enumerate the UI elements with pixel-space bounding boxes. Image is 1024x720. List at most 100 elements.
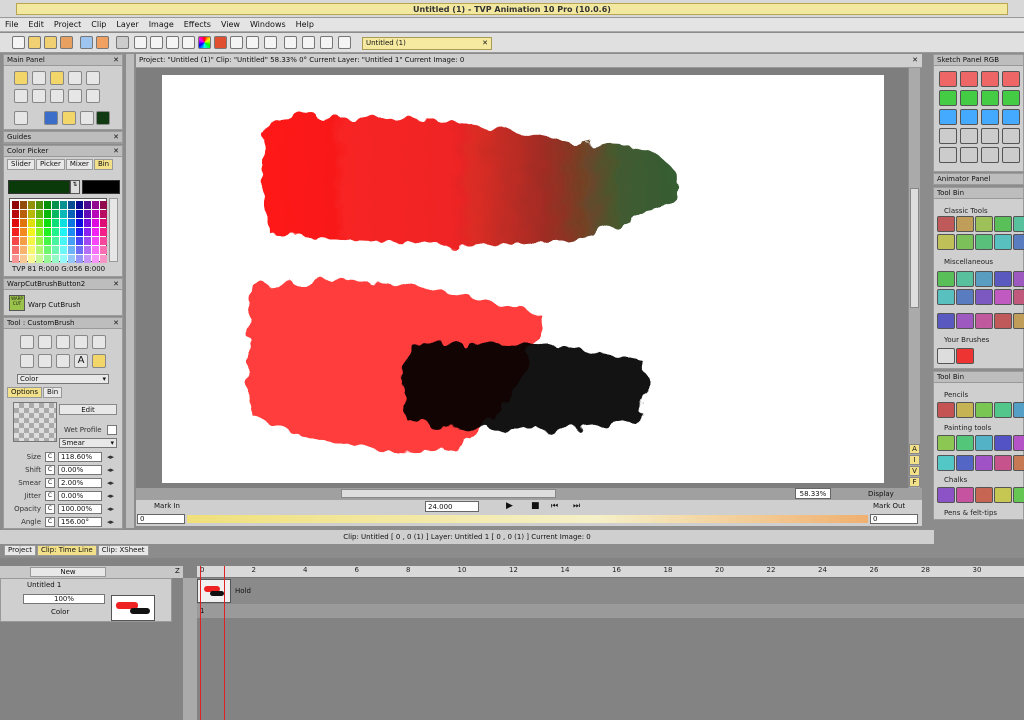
tab-picker[interactable]: Picker: [35, 159, 65, 170]
sketch-tool-icon[interactable]: [960, 71, 978, 87]
palette-swatch[interactable]: [100, 246, 107, 254]
tab-clip-timeline[interactable]: Clip: Time Line: [36, 545, 97, 556]
mark-in-label[interactable]: Mark In: [154, 502, 180, 510]
palette-swatch[interactable]: [68, 219, 75, 227]
brush-preset-icon[interactable]: [956, 402, 974, 418]
close-icon[interactable]: ✕: [482, 38, 488, 49]
palette-swatch[interactable]: [36, 246, 43, 254]
brush-preset-icon[interactable]: [92, 335, 106, 349]
brush-preset-icon[interactable]: [994, 455, 1012, 471]
palette-swatch[interactable]: [44, 246, 51, 254]
current-frame-line[interactable]: [200, 566, 201, 720]
brush-preset-icon[interactable]: [956, 435, 974, 451]
palette-swatch[interactable]: [92, 237, 99, 245]
edit-button[interactable]: Edit: [59, 404, 117, 415]
layer-opacity[interactable]: 100%: [23, 594, 105, 604]
palette-swatch[interactable]: [100, 219, 107, 227]
palette-swatch[interactable]: [68, 210, 75, 218]
tab-mixer[interactable]: Mixer: [65, 159, 93, 170]
tab-project[interactable]: Project: [4, 545, 36, 556]
fill-icon[interactable]: [86, 71, 100, 85]
sketch-tool-icon[interactable]: [939, 71, 957, 87]
param-value-field[interactable]: 0.00%: [58, 491, 102, 501]
undo-icon[interactable]: [80, 36, 93, 49]
palette-swatch[interactable]: [84, 210, 91, 218]
freehand-icon[interactable]: [14, 71, 28, 85]
brush-preset-icon[interactable]: [937, 402, 955, 418]
first-frame-icon[interactable]: ⏮: [551, 501, 558, 511]
sketch-tool-icon[interactable]: [1002, 71, 1020, 87]
palette-swatch[interactable]: [28, 210, 35, 218]
close-icon[interactable]: ✕: [113, 146, 119, 157]
palette-swatch[interactable]: [92, 219, 99, 227]
menu-clip[interactable]: Clip: [86, 18, 111, 31]
primary-color[interactable]: [8, 180, 70, 194]
ellipse-icon[interactable]: [68, 71, 82, 85]
palette-swatch[interactable]: [84, 255, 91, 263]
brush-preset-icon[interactable]: [937, 289, 955, 305]
palette-swatch[interactable]: [36, 210, 43, 218]
brush-preset-icon[interactable]: [975, 455, 993, 471]
brush-preset-icon[interactable]: [20, 354, 34, 368]
param-value-field[interactable]: 118.60%: [58, 452, 102, 462]
param-value-field[interactable]: 156.00°: [58, 517, 102, 527]
sketch-tool-icon[interactable]: [939, 90, 957, 106]
tab-options[interactable]: Options: [7, 387, 43, 398]
param-curve-toggle[interactable]: C: [45, 465, 55, 475]
wet-profile-toggle[interactable]: [107, 425, 117, 435]
select-tool-icon[interactable]: [116, 36, 129, 49]
color-swatch-icon[interactable]: [96, 111, 110, 125]
sketch-tool-icon[interactable]: [981, 128, 999, 144]
palette-swatch[interactable]: [28, 219, 35, 227]
section-chalks[interactable]: Chalks: [934, 475, 967, 486]
layer-letter-button[interactable]: V: [909, 466, 920, 476]
horizontal-scrollbar[interactable]: 58.33% Display: [136, 488, 922, 500]
palette-swatch[interactable]: [76, 237, 83, 245]
document-tab[interactable]: Untitled (1) ✕: [362, 37, 492, 50]
brush-preset-icon[interactable]: [1013, 435, 1024, 451]
menu-project[interactable]: Project: [49, 18, 86, 31]
palette-swatch[interactable]: [60, 255, 67, 263]
brush-preset-icon[interactable]: [937, 487, 955, 503]
menu-file[interactable]: File: [0, 18, 23, 31]
palette-swatch[interactable]: [44, 237, 51, 245]
brush-preset-icon[interactable]: [1013, 402, 1024, 418]
smear-mode-select[interactable]: Smear ▾: [59, 438, 117, 448]
brush-preset-icon[interactable]: [74, 335, 88, 349]
close-icon[interactable]: ✕: [113, 132, 119, 143]
param-curve-toggle[interactable]: C: [45, 504, 55, 514]
palette-swatch[interactable]: [84, 201, 91, 209]
layer-letter-button[interactable]: I: [909, 455, 920, 465]
brush-preset-icon[interactable]: [975, 402, 993, 418]
close-icon[interactable]: ✕: [113, 318, 119, 329]
param-curve-toggle[interactable]: C: [45, 491, 55, 501]
palette-swatch[interactable]: [12, 255, 19, 263]
stamp-icon[interactable]: [62, 111, 76, 125]
section-pencils[interactable]: Pencils: [934, 390, 968, 401]
palette-swatch[interactable]: [52, 246, 59, 254]
palette-swatch[interactable]: [76, 210, 83, 218]
palette-swatch[interactable]: [28, 201, 35, 209]
color-bin-grid[interactable]: [9, 198, 107, 263]
palette-swatch[interactable]: [36, 237, 43, 245]
play-icon[interactable]: ▶: [506, 501, 513, 511]
fps-field[interactable]: 24.000: [425, 501, 479, 512]
palette-swatch[interactable]: [44, 201, 51, 209]
section-miscellaneous[interactable]: Miscellaneous: [934, 257, 993, 268]
brush-preset-icon[interactable]: [1013, 289, 1024, 305]
pen-icon[interactable]: [80, 111, 94, 125]
stop-icon[interactable]: ■: [531, 501, 540, 511]
timeline-side-bar[interactable]: [183, 578, 197, 720]
close-icon[interactable]: ✕: [113, 279, 119, 290]
palette-swatch[interactable]: [28, 255, 35, 263]
palette-swatch[interactable]: [36, 219, 43, 227]
palette-swatch[interactable]: [44, 255, 51, 263]
sketch-tool-icon[interactable]: [981, 147, 999, 163]
palette-swatch[interactable]: [100, 228, 107, 236]
param-curve-toggle[interactable]: C: [45, 478, 55, 488]
palette-swatch[interactable]: [60, 237, 67, 245]
palette-swatch[interactable]: [76, 246, 83, 254]
layer-name[interactable]: Untitled 1: [27, 581, 61, 589]
brush-preset-icon[interactable]: [956, 487, 974, 503]
table-icon[interactable]: [302, 36, 315, 49]
